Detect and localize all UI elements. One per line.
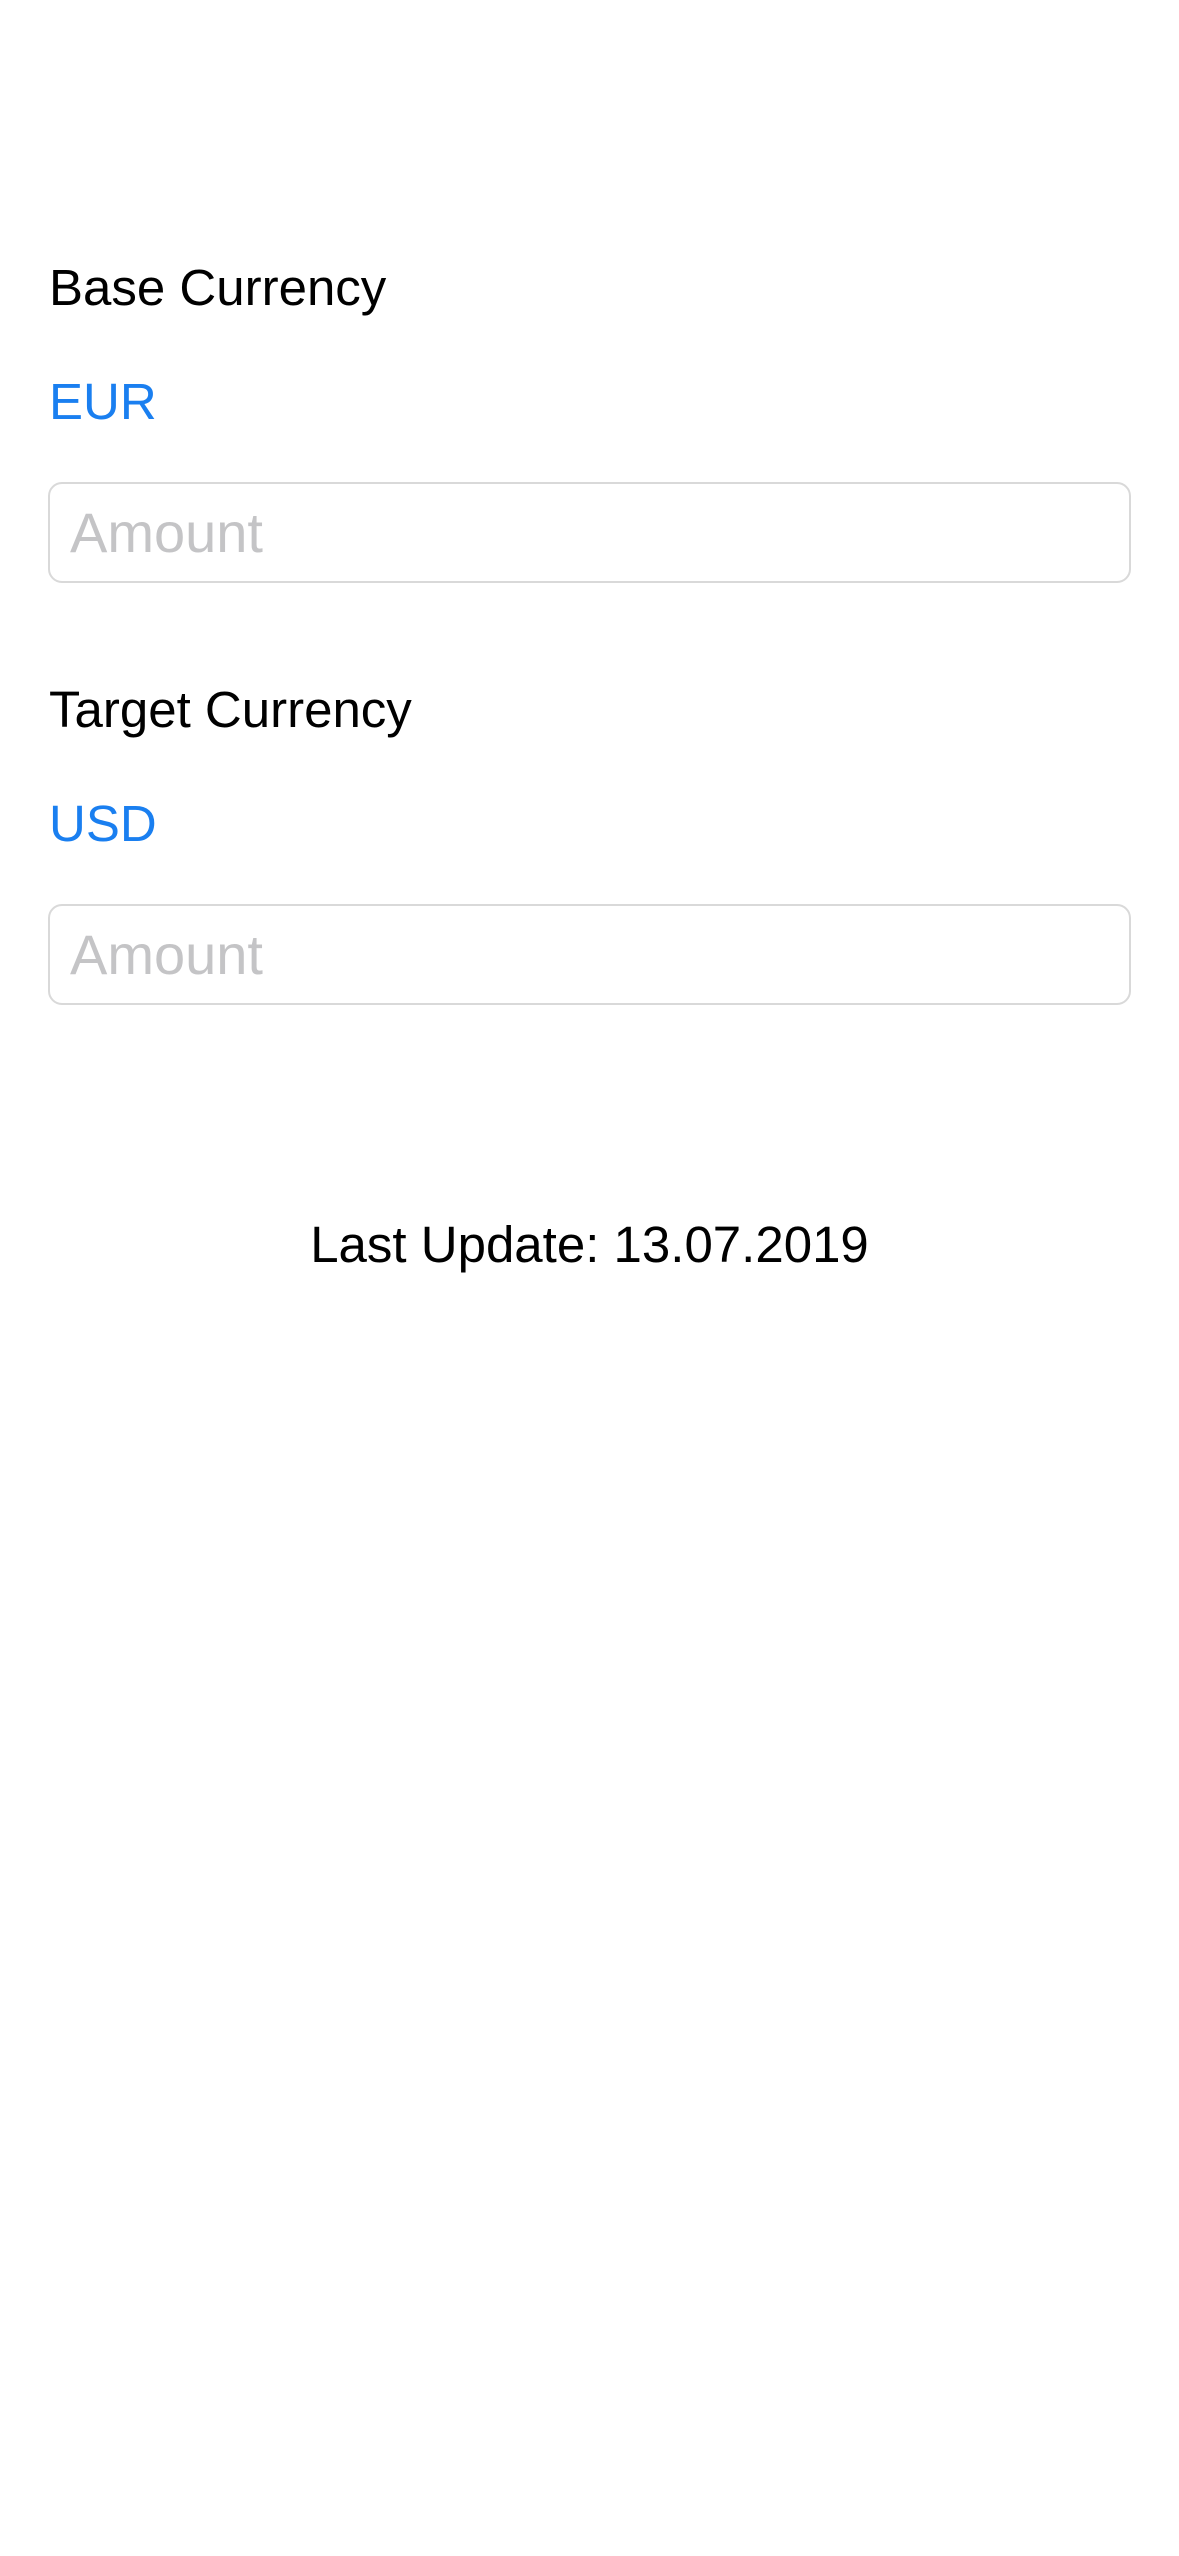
base-currency-button[interactable]: EUR [49, 372, 157, 432]
base-currency-label: Base Currency [49, 259, 387, 316]
target-amount-input[interactable] [48, 904, 1131, 1005]
target-currency-label: Target Currency [49, 681, 412, 738]
base-amount-input[interactable] [48, 482, 1131, 583]
last-update-text: Last Update: 13.07.2019 [310, 1216, 869, 1273]
converter-screen: Base Currency EUR Target Currency USD La… [0, 0, 1179, 2556]
target-currency-button[interactable]: USD [49, 794, 157, 854]
